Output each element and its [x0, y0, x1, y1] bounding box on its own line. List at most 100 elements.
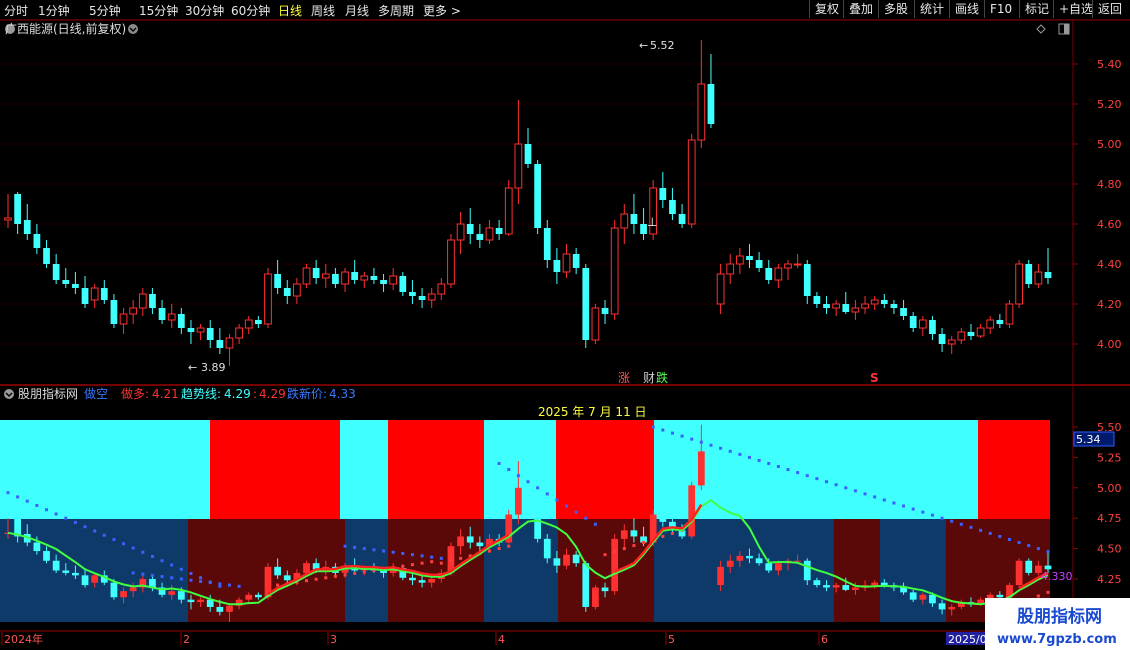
candle-body-up: [90, 287, 99, 301]
stop-dot: [179, 577, 183, 581]
stop-dot: [305, 579, 309, 583]
indicator-collapse-icon[interactable]: [4, 389, 14, 399]
time-label-apr: 4: [498, 633, 505, 646]
candle-body-up: [957, 331, 966, 341]
stop-dot: [160, 575, 164, 579]
stop-dot: [401, 551, 405, 555]
stop-dot: [632, 544, 636, 548]
candle-body-down: [900, 308, 907, 316]
candle-body-down: [62, 280, 70, 284]
candle-body-down: [409, 292, 416, 296]
stop-dot: [54, 512, 58, 516]
indicator-candle-body: [245, 594, 253, 600]
stop-dot: [921, 510, 925, 514]
stop-dot: [333, 574, 337, 578]
zuoduo-label: 做多:: [121, 386, 149, 401]
indicator-candle-body: [775, 563, 782, 571]
candle-body-down: [842, 304, 850, 312]
candle-body-up: [591, 307, 600, 341]
candle-body-up: [620, 213, 629, 229]
indicator-candle-body: [630, 530, 638, 537]
indicator-name: 股朋指标网: [18, 386, 78, 401]
candle-body-up: [726, 263, 735, 275]
stop-dot: [391, 550, 395, 554]
regime-band-upper: [978, 420, 1050, 519]
candle-body-down: [630, 214, 638, 224]
stop-dot: [83, 525, 87, 529]
cai-marker: 财: [643, 371, 655, 385]
stop-dot: [141, 572, 145, 576]
title-dropdown-icon[interactable]: [128, 24, 138, 34]
stop-dot: [709, 443, 713, 447]
stop-dot: [45, 508, 49, 512]
indicator-candle-body: [717, 566, 724, 586]
candle-body-down: [370, 276, 378, 280]
stop-dot: [873, 495, 877, 499]
indicator-axis-label: 4.75: [1097, 512, 1122, 525]
indicator-candle-body: [697, 451, 705, 486]
regime-band-upper: [210, 420, 340, 519]
indicator-candle-body: [52, 560, 60, 571]
indicator-candle-body: [938, 603, 946, 610]
candle-body-up: [321, 273, 330, 279]
stop-dot: [950, 519, 954, 523]
indicator-candle-body: [900, 587, 907, 593]
stop-dot: [911, 507, 915, 511]
regime-band-upper: [0, 420, 210, 519]
cursor-date-label: 2025/0: [948, 633, 987, 646]
candle-body-down: [110, 300, 118, 324]
regime-band-upper: [388, 420, 484, 519]
date-label: 2025 年 7 月 11 日: [538, 405, 647, 419]
candle-body-down: [158, 308, 166, 320]
stop-dot: [102, 533, 106, 537]
candle-body-up: [1015, 263, 1023, 305]
stop-dot: [565, 504, 569, 508]
candle-body-down: [640, 224, 647, 234]
stop-dot: [122, 542, 126, 546]
candle-body-down: [380, 280, 387, 284]
candle-body-up: [697, 83, 706, 141]
indicator-candle-body: [91, 575, 99, 583]
candle-body-down: [803, 264, 811, 296]
indicator-candle-body: [592, 587, 599, 607]
indicator-candle-body: [803, 560, 811, 581]
stop-dot: [661, 428, 665, 432]
stop-dot: [902, 504, 906, 508]
stop-dot: [141, 550, 145, 554]
stop-dot: [362, 570, 366, 574]
time-label-feb: 2: [183, 633, 190, 646]
indicator-candle-body: [62, 570, 70, 573]
stop-dot: [670, 431, 674, 435]
zuoduo-value: 4.21: [152, 387, 179, 401]
candle-body-up: [4, 217, 12, 221]
price-axis-label: 4.60: [1097, 218, 1122, 231]
candle-body-down: [476, 234, 484, 240]
stop-dot: [584, 516, 588, 520]
candle-body-up: [167, 313, 176, 321]
stop-dot: [882, 498, 886, 502]
candle-body-down: [601, 308, 609, 314]
kongkong-label: 做空: [84, 386, 108, 401]
indicator-candle-body: [418, 580, 426, 583]
stop-dot: [998, 534, 1002, 538]
indicator-candle-body: [582, 563, 590, 607]
candle-body-down: [572, 254, 580, 268]
candle-body-down: [177, 314, 185, 328]
stop-dot: [343, 573, 347, 577]
candle-body-down: [399, 276, 407, 292]
candle-body-up: [861, 303, 869, 309]
zhang-marker: 涨: [618, 370, 630, 385]
watermark: 股朋指标网 www.7gpzb.com: [985, 598, 1130, 650]
watermark-title: 股朋指标网: [1017, 606, 1102, 627]
stop-dot: [747, 455, 751, 459]
indicator-candle-body: [736, 555, 744, 561]
price-axis-label: 5.20: [1097, 98, 1122, 111]
candle-body-down: [52, 264, 60, 280]
candle-body-up: [784, 263, 792, 269]
candle-body-up: [514, 143, 523, 189]
stop-dot: [536, 486, 540, 490]
stop-dot: [1007, 537, 1011, 541]
indicator-candle-body: [601, 587, 609, 592]
high-price-label: 5.52: [650, 39, 675, 52]
diamond-icon[interactable]: [1036, 24, 1046, 34]
